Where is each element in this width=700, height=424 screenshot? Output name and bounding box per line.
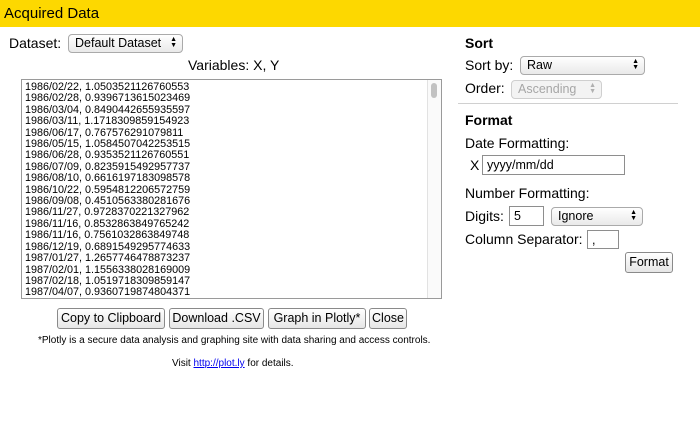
order-value: Ascending <box>518 82 577 96</box>
sort-by-select[interactable]: Raw ▲ ▼ <box>520 56 645 75</box>
column-separator-input[interactable]: , <box>587 230 619 249</box>
order-label: Order: <box>465 80 505 96</box>
select-arrows-icon: ▲ ▼ <box>170 36 177 49</box>
variables-label: Variables: X, Y <box>188 57 280 73</box>
copy-to-clipboard-button[interactable]: Copy to Clipboard <box>57 308 165 329</box>
sort-by-value: Raw <box>527 58 553 72</box>
sort-by-label: Sort by: <box>465 57 514 73</box>
data-rows: 1986/02/22, 1.0503521126760553 1986/02/28… <box>25 81 191 299</box>
panel-divider <box>458 103 678 104</box>
plotly-link[interactable]: http://plot.ly <box>194 358 245 369</box>
visit-suffix: for details. <box>244 358 294 369</box>
select-arrows-icon: ▲ ▼ <box>632 58 639 71</box>
data-listbox[interactable]: 1986/02/22, 1.0503521126760553 1986/02/28… <box>21 79 442 299</box>
graph-in-plotly-button[interactable]: Graph in Plotly* <box>268 308 366 329</box>
sort-heading: Sort <box>465 35 493 51</box>
digits-input[interactable]: 5 <box>509 206 544 226</box>
date-variable-label: X <box>470 157 480 173</box>
data-row: 1987/01/27, 1.2657746478873237 <box>25 252 191 265</box>
date-formatting-label: Date Formatting: <box>465 135 570 151</box>
window-title: Acquired Data <box>4 5 100 22</box>
close-button[interactable]: Close <box>369 308 407 329</box>
select-arrows-icon: ▲ ▼ <box>630 209 637 222</box>
select-arrows-icon: ▲ ▼ <box>589 82 596 95</box>
plotly-visit-note: Visit http://plot.ly for details. <box>172 358 294 369</box>
dataset-select[interactable]: Default Dataset ▲ ▼ <box>68 34 183 53</box>
visit-prefix: Visit <box>172 358 194 369</box>
format-heading: Format <box>465 112 513 128</box>
listbox-scroll-thumb[interactable] <box>431 83 437 98</box>
data-row: 1986/11/16, 0.7561032863849748 <box>25 229 190 242</box>
date-format-input[interactable]: yyyy/mm/dd <box>482 155 625 175</box>
format-button[interactable]: Format <box>625 252 673 273</box>
data-row: 1986/03/11, 1.1718309859154923 <box>25 115 190 128</box>
column-separator-label: Column Separator: <box>465 231 583 247</box>
window-title-bar: Acquired Data <box>0 0 700 27</box>
number-formatting-label: Number Formatting: <box>465 185 590 201</box>
data-row: 1986/08/10, 0.6616197183098578 <box>25 172 191 185</box>
download-csv-button[interactable]: Download .CSV <box>169 308 264 329</box>
digits-label: Digits: <box>465 208 504 224</box>
order-select[interactable]: Ascending ▲ ▼ <box>511 80 602 99</box>
data-row: 1987/04/07, 0.9360719874804371 <box>25 286 191 299</box>
digits-mode-select[interactable]: Ignore ▲ ▼ <box>551 207 643 226</box>
plotly-note: *Plotly is a secure data analysis and gr… <box>38 335 431 346</box>
dataset-select-value: Default Dataset <box>75 36 162 50</box>
digits-mode-value: Ignore <box>558 209 594 223</box>
listbox-scrollbar[interactable] <box>427 80 441 298</box>
dataset-label: Dataset: <box>9 35 62 51</box>
